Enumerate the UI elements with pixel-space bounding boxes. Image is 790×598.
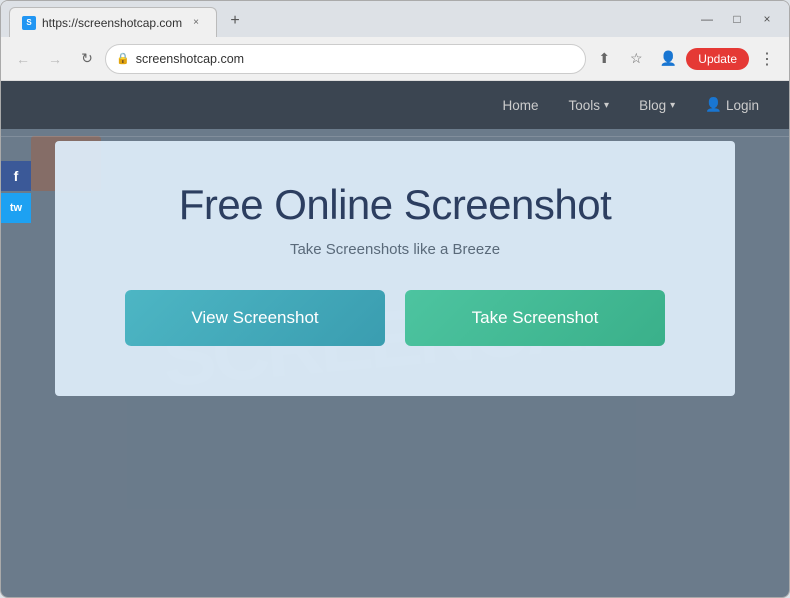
active-tab[interactable]: S https://screenshotcap.com × — [9, 7, 217, 37]
facebook-button[interactable]: f — [1, 161, 31, 191]
webpage: SCREENCAP Home Tools ▾ Blog ▾ 👤 Login f … — [1, 81, 789, 597]
site-divider — [1, 136, 789, 137]
url-text: screenshotcap.com — [136, 52, 576, 66]
hero-buttons: View Screenshot Take Screenshot — [105, 290, 685, 346]
bookmark-icon[interactable]: ☆ — [622, 45, 650, 73]
site-nav: Home Tools ▾ Blog ▾ 👤 Login — [1, 81, 789, 129]
nav-blog[interactable]: Blog ▾ — [639, 98, 675, 113]
tab-bar: S https://screenshotcap.com × + — □ × — [1, 1, 789, 37]
account-icon[interactable]: 👤 — [654, 45, 682, 73]
take-screenshot-button[interactable]: Take Screenshot — [405, 290, 665, 346]
lock-icon: 🔒 — [116, 52, 130, 65]
new-tab-button[interactable]: + — [221, 7, 249, 35]
url-bar[interactable]: 🔒 screenshotcap.com — [105, 44, 586, 74]
twitter-button[interactable]: tw — [1, 193, 31, 223]
minimize-button[interactable]: — — [693, 5, 721, 33]
address-bar: ← → ↻ 🔒 screenshotcap.com ⬆ ☆ 👤 Update ⋮ — [1, 37, 789, 81]
browser-window: S https://screenshotcap.com × + — □ × ← … — [0, 0, 790, 598]
hero-card: Free Online Screenshot Take Screenshots … — [55, 141, 735, 396]
reload-button[interactable]: ↻ — [73, 45, 101, 73]
forward-button[interactable]: → — [41, 45, 69, 73]
nav-login[interactable]: 👤 Login — [705, 97, 759, 113]
nav-home[interactable]: Home — [503, 98, 539, 113]
hero-subtitle: Take Screenshots like a Breeze — [105, 241, 685, 258]
close-button[interactable]: × — [753, 5, 781, 33]
share-icon[interactable]: ⬆ — [590, 45, 618, 73]
view-screenshot-button[interactable]: View Screenshot — [125, 290, 385, 346]
user-icon: 👤 — [705, 97, 722, 113]
hero-title: Free Online Screenshot — [105, 181, 685, 229]
tools-chevron-icon: ▾ — [604, 100, 609, 111]
maximize-button[interactable]: □ — [723, 5, 751, 33]
tab-favicon: S — [22, 16, 36, 30]
more-options-button[interactable]: ⋮ — [753, 45, 781, 73]
back-button[interactable]: ← — [9, 45, 37, 73]
tab-title: https://screenshotcap.com — [42, 16, 182, 30]
address-actions: ⬆ ☆ 👤 Update ⋮ — [590, 45, 781, 73]
blog-chevron-icon: ▾ — [670, 100, 675, 111]
nav-tools[interactable]: Tools ▾ — [569, 98, 610, 113]
social-sidebar: f tw — [1, 161, 31, 223]
window-controls: — □ × — [693, 5, 781, 37]
update-button[interactable]: Update — [686, 48, 749, 70]
tab-close-button[interactable]: × — [188, 15, 204, 31]
